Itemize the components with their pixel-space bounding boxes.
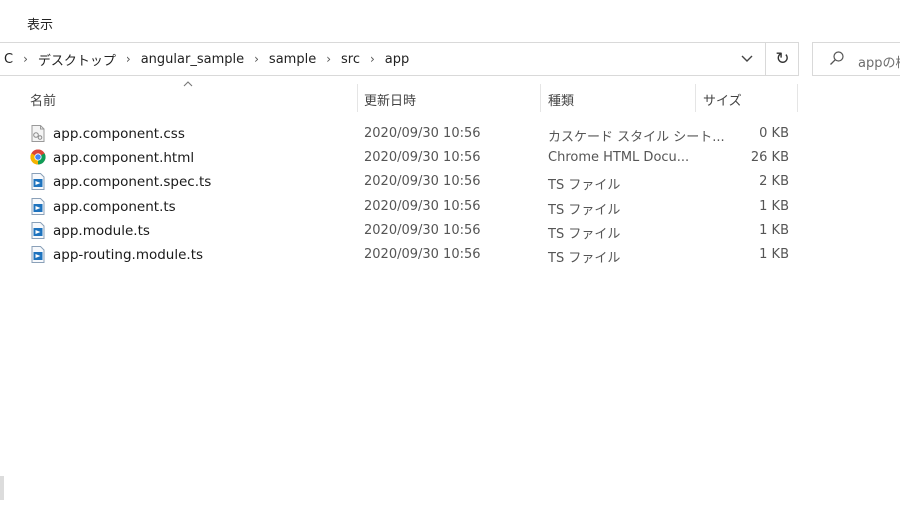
- column-headers: 名前 更新日時 種類 サイズ: [0, 80, 900, 116]
- css-file-icon: [31, 125, 45, 142]
- chevron-right-icon[interactable]: ›: [121, 52, 136, 66]
- file-row[interactable]: app.component.css 2020/09/30 10:56 カスケード…: [0, 122, 900, 146]
- file-row[interactable]: app.component.ts 2020/09/30 10:56 TS ファイ…: [0, 195, 900, 219]
- column-header-date[interactable]: 更新日時: [364, 90, 416, 109]
- file-date: 2020/09/30 10:56: [364, 150, 481, 166]
- file-list: app.component.css 2020/09/30 10:56 カスケード…: [0, 122, 900, 267]
- column-header-size[interactable]: サイズ: [703, 90, 742, 109]
- file-size: 0 KB: [759, 126, 789, 141]
- file-date: 2020/09/30 10:56: [364, 198, 481, 214]
- ribbon-tab-view[interactable]: 表示: [27, 14, 53, 33]
- file-name: app.component.html: [53, 150, 195, 167]
- file-type: Chrome HTML Docu...: [548, 150, 690, 166]
- refresh-icon: ↻: [775, 49, 790, 69]
- file-size: 1 KB: [759, 222, 789, 238]
- breadcrumb-item-src[interactable]: src: [336, 52, 365, 67]
- ts-file-icon: [31, 173, 45, 191]
- file-type: TS ファイル: [548, 226, 621, 242]
- chevron-down-icon: [741, 55, 753, 62]
- file-size: 2 KB: [759, 174, 789, 190]
- file-name: app.component.spec.ts: [53, 174, 212, 191]
- column-divider[interactable]: [797, 84, 798, 112]
- file-type: カスケード スタイル シート...: [548, 130, 725, 145]
- chevron-right-icon[interactable]: ›: [321, 52, 336, 66]
- column-divider[interactable]: [540, 84, 541, 112]
- file-name: app.module.ts: [53, 222, 150, 239]
- file-name: app-routing.module.ts: [53, 246, 204, 263]
- column-divider[interactable]: [695, 84, 696, 112]
- breadcrumb: C › デスクトップ › angular_sample › sample › s…: [0, 43, 414, 75]
- search-placeholder: appの検: [858, 56, 900, 71]
- file-row[interactable]: app.component.spec.ts 2020/09/30 10:56 T…: [0, 170, 900, 194]
- chevron-right-icon[interactable]: ›: [365, 52, 380, 66]
- sort-ascending-icon: [183, 81, 193, 87]
- file-name: app.component.css: [53, 126, 185, 142]
- file-type: TS ファイル: [548, 250, 621, 266]
- refresh-button[interactable]: ↻: [765, 43, 799, 75]
- breadcrumb-item-sample[interactable]: sample: [264, 52, 321, 67]
- navigation-pane-scrollbar[interactable]: [0, 476, 4, 500]
- column-header-type[interactable]: 種類: [548, 90, 574, 109]
- file-size: 1 KB: [759, 198, 789, 214]
- file-name: app.component.ts: [53, 198, 176, 215]
- chevron-right-icon[interactable]: ›: [249, 52, 264, 66]
- file-type: TS ファイル: [548, 202, 621, 218]
- file-row[interactable]: app.component.html 2020/09/30 10:56 Chro…: [0, 146, 900, 170]
- column-header-name[interactable]: 名前: [30, 90, 56, 109]
- address-row: C › デスクトップ › angular_sample › sample › s…: [0, 38, 900, 80]
- search-input[interactable]: appの検: [812, 42, 900, 76]
- ribbon: 表示: [0, 0, 900, 38]
- chrome-html-file-icon: [30, 149, 46, 165]
- file-date: 2020/09/30 10:56: [364, 174, 481, 190]
- file-type: TS ファイル: [548, 178, 621, 194]
- file-row[interactable]: app.module.ts 2020/09/30 10:56 TS ファイル 1…: [0, 219, 900, 243]
- file-size: 1 KB: [759, 246, 789, 262]
- search-icon: [830, 51, 844, 65]
- breadcrumb-item-angular-sample[interactable]: angular_sample: [136, 52, 249, 67]
- column-divider[interactable]: [357, 84, 358, 112]
- breadcrumb-item-pc[interactable]: C: [0, 52, 18, 67]
- file-date: 2020/09/30 10:56: [364, 126, 481, 141]
- file-date: 2020/09/30 10:56: [364, 246, 481, 262]
- file-row[interactable]: app-routing.module.ts 2020/09/30 10:56 T…: [0, 243, 900, 267]
- ts-file-icon: [31, 221, 45, 239]
- breadcrumb-item-app[interactable]: app: [380, 52, 414, 67]
- file-date: 2020/09/30 10:56: [364, 222, 481, 238]
- ts-file-icon: [31, 197, 45, 215]
- address-history-dropdown[interactable]: [730, 43, 764, 75]
- chevron-right-icon[interactable]: ›: [18, 52, 33, 66]
- ts-file-icon: [31, 245, 45, 263]
- breadcrumb-item-desktop[interactable]: デスクトップ: [33, 50, 121, 69]
- address-bar[interactable]: C › デスクトップ › angular_sample › sample › s…: [0, 42, 799, 76]
- file-size: 26 KB: [750, 150, 789, 166]
